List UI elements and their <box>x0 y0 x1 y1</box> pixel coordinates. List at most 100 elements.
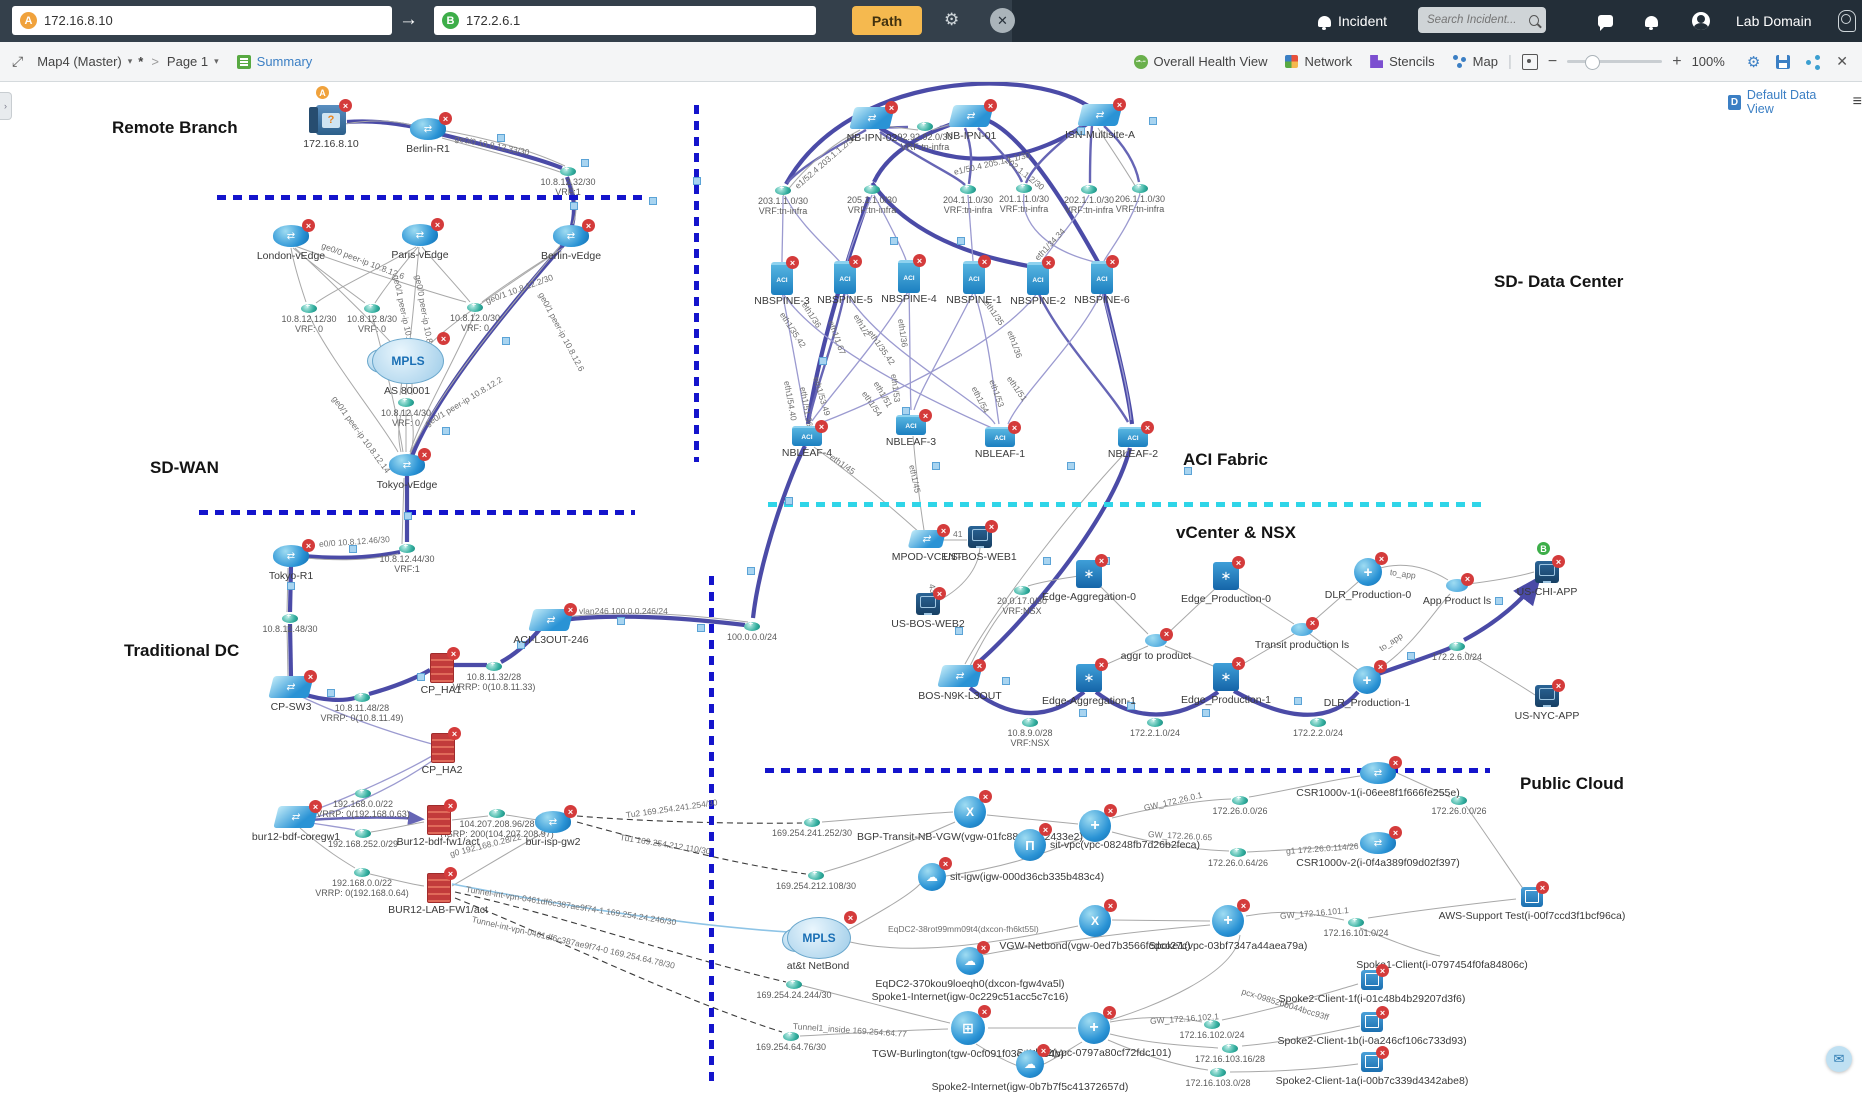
device-london-vedge[interactable]: ⇄×London-vEdge <box>273 225 309 247</box>
collapsed-panel-tab[interactable]: › <box>0 92 12 120</box>
support-bubble-icon[interactable]: ✉ <box>1826 1046 1852 1072</box>
save-icon[interactable] <box>1776 55 1790 69</box>
path-settings-gear-icon[interactable]: ⚙ <box>944 10 959 30</box>
network-node[interactable] <box>783 1032 799 1041</box>
network-node[interactable] <box>1348 918 1364 927</box>
selection-square[interactable] <box>902 407 910 415</box>
device-transit-vpc-router[interactable]: +× <box>1079 810 1111 842</box>
selection-square[interactable] <box>1407 652 1415 660</box>
close-path-search-icon[interactable]: ✕ <box>990 8 1015 33</box>
selection-square[interactable] <box>617 617 625 625</box>
device-us-nyc-app[interactable]: ×US-NYC-APP <box>1535 685 1559 707</box>
device-nb-ipn-02[interactable]: ⇄×NB-IPN-02 <box>852 107 892 129</box>
network-node[interactable] <box>804 818 820 827</box>
device-sit-igw[interactable]: ☁×sit-igw(igw-000d36cb335b483c4) <box>918 863 946 891</box>
device-host-172-16-8-10[interactable]: ?A×172.16.8.10 <box>316 105 346 135</box>
endpoint-a-input[interactable]: A 172.16.8.10 <box>12 6 392 35</box>
network-node[interactable] <box>560 167 576 176</box>
device-nbspine-1[interactable]: ACI×NBSPINE-1 <box>963 261 985 294</box>
network-node[interactable] <box>301 304 317 313</box>
network-node[interactable] <box>1222 1044 1238 1053</box>
device-spoke2-internet[interactable]: ☁×Spoke2-Internet(igw-0b7b7f5c41372657d) <box>1016 1050 1044 1078</box>
selection-square[interactable] <box>287 582 295 590</box>
device-bgp-transit-nb-vgw[interactable]: X×BGP-Transit-NB-VGW(vgw-01fc88164f72433… <box>954 796 986 828</box>
device-paris-vedge[interactable]: ⇄×Paris-vEdge <box>402 224 438 246</box>
device-tokyo-vedge[interactable]: ⇄×Tokyo-vEdge <box>389 454 425 476</box>
network-node[interactable] <box>1081 185 1097 194</box>
selection-square[interactable] <box>1067 462 1075 470</box>
network-node[interactable] <box>1230 848 1246 857</box>
network-node[interactable] <box>1210 1068 1226 1077</box>
selection-square[interactable] <box>1184 467 1192 475</box>
network-pane-button[interactable]: Network <box>1285 54 1352 69</box>
zoom-in-button[interactable]: + <box>1672 53 1681 71</box>
device-cp-sw3[interactable]: ⇄×CP-SW3 <box>271 676 311 698</box>
device-spoke1-internet[interactable]: ☁×EqDC2-370kou9loeqh0(dxcon-fgw4va5l)Spo… <box>956 947 984 975</box>
zoom-slider-handle[interactable] <box>1585 55 1600 70</box>
selection-square[interactable] <box>349 545 357 553</box>
device-transit-production-ls[interactable]: ×Transit production ls <box>1291 623 1313 636</box>
zoom-out-button[interactable]: − <box>1548 53 1557 71</box>
device-tokyo-r1[interactable]: ⇄×Tokyo-R1 <box>273 545 309 567</box>
network-node[interactable] <box>489 809 505 818</box>
network-node[interactable] <box>1132 184 1148 193</box>
network-node[interactable] <box>354 868 370 877</box>
selection-square[interactable] <box>581 159 589 167</box>
network-node[interactable] <box>1016 184 1032 193</box>
network-node[interactable] <box>775 186 791 195</box>
device-mpod-vcent[interactable]: ⇄×MPOD-VCENT <box>910 530 944 548</box>
device-vgw-netbond[interactable]: X×VGW-Netbond(vgw-0ed7b3566fcdcc27c) <box>1079 905 1111 937</box>
device-bur-isp-gw2[interactable]: ⇄×bur-isp-gw2 <box>535 811 571 833</box>
device-dlr-production-0[interactable]: +×DLR_Production-0 <box>1354 558 1382 586</box>
network-node[interactable] <box>1310 718 1326 727</box>
overall-health-view-button[interactable]: Overall Health View <box>1134 54 1268 69</box>
network-node[interactable] <box>744 622 760 631</box>
endpoint-b-input[interactable]: B 172.2.6.1 <box>434 6 816 35</box>
device-csr1000v-1[interactable]: ⇄×CSR1000v-1(i-06ee8f1f666fe255e) <box>1360 762 1396 784</box>
selection-square[interactable] <box>785 497 793 505</box>
device-spoke2-client-1a[interactable]: ×Spoke2-Client-1a(i-00b7c339d4342abe8) <box>1361 1052 1383 1072</box>
path-button[interactable]: Path <box>852 6 922 35</box>
network-node[interactable] <box>355 829 371 838</box>
device-edge-production-1[interactable]: ∗×Edge_Production-1 <box>1213 663 1239 691</box>
device-aws-support-test[interactable]: ×AWS-Support Test(i-00f7ccd3f1bcf96ca) <box>1521 887 1543 907</box>
network-node[interactable] <box>864 185 880 194</box>
network-node[interactable] <box>486 662 502 671</box>
device-nbspine-2[interactable]: ACI×NBSPINE-2 <box>1027 262 1049 295</box>
device-us-bos-web2[interactable]: ×US-BOS-WEB2 <box>916 593 940 615</box>
device-cp-ha1[interactable]: ×CP_HA1 <box>430 653 454 683</box>
incident-search[interactable] <box>1418 7 1546 33</box>
selection-square[interactable] <box>1079 709 1087 717</box>
fit-to-screen-icon[interactable] <box>1522 54 1538 70</box>
incident-menu[interactable]: Incident <box>1318 0 1387 42</box>
notifications-button[interactable] <box>1645 0 1658 42</box>
device-bos-n9k-l3out[interactable]: ⇄×BOS-N9K-L3OUT <box>940 665 980 687</box>
selection-square[interactable] <box>1002 677 1010 685</box>
device-app-product-ls[interactable]: ×App Product ls <box>1446 579 1468 592</box>
selection-square[interactable] <box>1149 117 1157 125</box>
device-edge-aggregation-0[interactable]: ∗×Edge-Aggregation-0 <box>1076 560 1102 588</box>
device-nbleaf-4[interactable]: ACI×NBLEAF-4 <box>792 426 822 446</box>
network-node[interactable] <box>354 693 370 702</box>
device-cp-ha2[interactable]: ×CP_HA2 <box>431 733 455 763</box>
selection-square[interactable] <box>1043 557 1051 565</box>
device-nbspine-6[interactable]: ACI×NBSPINE-6 <box>1091 261 1113 294</box>
selection-square[interactable] <box>417 673 425 681</box>
selection-square[interactable] <box>442 427 450 435</box>
expand-button[interactable]: ⤢ <box>12 53 23 70</box>
selection-square[interactable] <box>1202 709 1210 717</box>
device-spoke1[interactable]: +×Spoke1(vpc-03bf7347a44aea79a) <box>1212 905 1244 937</box>
device-spoke2-client-1f[interactable]: ×Spoke2-Client-1f(i-01c48b4b29207d3f6) <box>1361 970 1383 990</box>
device-us-bos-web1[interactable]: ×US-BOS-WEB1 <box>968 526 992 548</box>
network-node[interactable] <box>282 614 298 623</box>
device-us-chi-app[interactable]: B×US-CHI-APP <box>1535 561 1559 583</box>
selection-square[interactable] <box>649 197 657 205</box>
device-nbspine-3[interactable]: ACI×NBSPINE-3 <box>771 262 793 295</box>
map-views-button[interactable]: Map <box>1453 54 1498 69</box>
device-bur12-bdf-coregw1[interactable]: ⇄×bur12-bdf-coregw1 <box>276 806 316 828</box>
network-node[interactable] <box>1449 642 1465 651</box>
network-node[interactable] <box>355 789 371 798</box>
network-node[interactable] <box>1204 1020 1220 1029</box>
network-node[interactable] <box>1147 718 1163 727</box>
network-node[interactable] <box>1232 796 1248 805</box>
